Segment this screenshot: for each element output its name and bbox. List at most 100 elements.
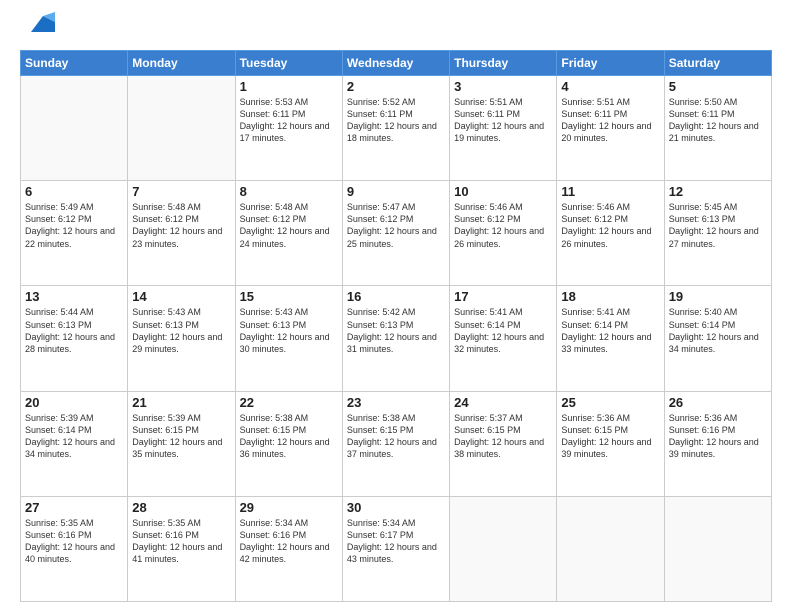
calendar-cell: 12 Sunrise: 5:45 AM Sunset: 6:13 PM Dayli… bbox=[664, 181, 771, 286]
day-info: Sunrise: 5:48 AM Sunset: 6:12 PM Dayligh… bbox=[240, 201, 338, 250]
calendar-cell: 17 Sunrise: 5:41 AM Sunset: 6:14 PM Dayli… bbox=[450, 286, 557, 391]
day-info: Sunrise: 5:51 AM Sunset: 6:11 PM Dayligh… bbox=[561, 96, 659, 145]
day-number: 17 bbox=[454, 289, 552, 304]
day-number: 22 bbox=[240, 395, 338, 410]
calendar-header-tuesday: Tuesday bbox=[235, 51, 342, 76]
day-info: Sunrise: 5:46 AM Sunset: 6:12 PM Dayligh… bbox=[561, 201, 659, 250]
calendar-cell: 24Sunrise: 5:37 AM Sunset: 6:15 PM Dayli… bbox=[450, 391, 557, 496]
calendar-cell: 11 Sunrise: 5:46 AM Sunset: 6:12 PM Dayli… bbox=[557, 181, 664, 286]
day-info: Sunrise: 5:48 AM Sunset: 6:12 PM Dayligh… bbox=[132, 201, 230, 250]
calendar-week-3: 20Sunrise: 5:39 AM Sunset: 6:14 PM Dayli… bbox=[21, 391, 772, 496]
calendar-cell: 18Sunrise: 5:41 AM Sunset: 6:14 PM Dayli… bbox=[557, 286, 664, 391]
day-number: 6 bbox=[25, 184, 123, 199]
calendar-cell: 14Sunrise: 5:43 AM Sunset: 6:13 PM Dayli… bbox=[128, 286, 235, 391]
calendar-cell: 22 Sunrise: 5:38 AM Sunset: 6:15 PM Dayli… bbox=[235, 391, 342, 496]
day-number: 23 bbox=[347, 395, 445, 410]
day-info: Sunrise: 5:50 AM Sunset: 6:11 PM Dayligh… bbox=[669, 96, 767, 145]
calendar-cell: 4Sunrise: 5:51 AM Sunset: 6:11 PM Daylig… bbox=[557, 76, 664, 181]
day-info: Sunrise: 5:39 AM Sunset: 6:15 PM Dayligh… bbox=[132, 412, 230, 461]
calendar-cell: 9Sunrise: 5:47 AM Sunset: 6:12 PM Daylig… bbox=[342, 181, 449, 286]
calendar-cell: 26 Sunrise: 5:36 AM Sunset: 6:16 PM Dayli… bbox=[664, 391, 771, 496]
calendar-cell: 5 Sunrise: 5:50 AM Sunset: 6:11 PM Daylig… bbox=[664, 76, 771, 181]
day-info: Sunrise: 5:38 AM Sunset: 6:15 PM Dayligh… bbox=[240, 412, 338, 461]
calendar-header-wednesday: Wednesday bbox=[342, 51, 449, 76]
day-info: Sunrise: 5:43 AM Sunset: 6:13 PM Dayligh… bbox=[132, 306, 230, 355]
day-number: 19 bbox=[669, 289, 767, 304]
day-info: Sunrise: 5:42 AM Sunset: 6:13 PM Dayligh… bbox=[347, 306, 445, 355]
day-info: Sunrise: 5:36 AM Sunset: 6:16 PM Dayligh… bbox=[669, 412, 767, 461]
day-info: Sunrise: 5:49 AM Sunset: 6:12 PM Dayligh… bbox=[25, 201, 123, 250]
day-number: 15 bbox=[240, 289, 338, 304]
calendar-header-thursday: Thursday bbox=[450, 51, 557, 76]
day-number: 20 bbox=[25, 395, 123, 410]
calendar-cell: 28 Sunrise: 5:35 AM Sunset: 6:16 PM Dayli… bbox=[128, 496, 235, 601]
calendar-cell: 20Sunrise: 5:39 AM Sunset: 6:14 PM Dayli… bbox=[21, 391, 128, 496]
calendar-cell: 2 Sunrise: 5:52 AM Sunset: 6:11 PM Daylig… bbox=[342, 76, 449, 181]
calendar-cell bbox=[557, 496, 664, 601]
day-number: 28 bbox=[132, 500, 230, 515]
calendar-cell: 7 Sunrise: 5:48 AM Sunset: 6:12 PM Daylig… bbox=[128, 181, 235, 286]
day-number: 3 bbox=[454, 79, 552, 94]
day-info: Sunrise: 5:36 AM Sunset: 6:15 PM Dayligh… bbox=[561, 412, 659, 461]
day-number: 13 bbox=[25, 289, 123, 304]
logo-icon bbox=[23, 8, 55, 40]
day-info: Sunrise: 5:52 AM Sunset: 6:11 PM Dayligh… bbox=[347, 96, 445, 145]
calendar-cell bbox=[664, 496, 771, 601]
calendar-cell: 6 Sunrise: 5:49 AM Sunset: 6:12 PM Daylig… bbox=[21, 181, 128, 286]
day-number: 1 bbox=[240, 79, 338, 94]
day-number: 8 bbox=[240, 184, 338, 199]
day-number: 12 bbox=[669, 184, 767, 199]
calendar-cell: 19 Sunrise: 5:40 AM Sunset: 6:14 PM Dayli… bbox=[664, 286, 771, 391]
day-info: Sunrise: 5:51 AM Sunset: 6:11 PM Dayligh… bbox=[454, 96, 552, 145]
calendar-cell: 10 Sunrise: 5:46 AM Sunset: 6:12 PM Dayli… bbox=[450, 181, 557, 286]
calendar-week-4: 27 Sunrise: 5:35 AM Sunset: 6:16 PM Dayli… bbox=[21, 496, 772, 601]
calendar-week-0: 1 Sunrise: 5:53 AM Sunset: 6:11 PM Daylig… bbox=[21, 76, 772, 181]
calendar-cell: 1 Sunrise: 5:53 AM Sunset: 6:11 PM Daylig… bbox=[235, 76, 342, 181]
calendar-week-2: 13 Sunrise: 5:44 AM Sunset: 6:13 PM Dayli… bbox=[21, 286, 772, 391]
day-number: 9 bbox=[347, 184, 445, 199]
calendar-cell bbox=[21, 76, 128, 181]
calendar-week-1: 6 Sunrise: 5:49 AM Sunset: 6:12 PM Daylig… bbox=[21, 181, 772, 286]
calendar-cell: 23 Sunrise: 5:38 AM Sunset: 6:15 PM Dayli… bbox=[342, 391, 449, 496]
day-info: Sunrise: 5:45 AM Sunset: 6:13 PM Dayligh… bbox=[669, 201, 767, 250]
calendar-table: SundayMondayTuesdayWednesdayThursdayFrid… bbox=[20, 50, 772, 602]
day-info: Sunrise: 5:38 AM Sunset: 6:15 PM Dayligh… bbox=[347, 412, 445, 461]
calendar-header-monday: Monday bbox=[128, 51, 235, 76]
page-header bbox=[20, 16, 772, 40]
day-info: Sunrise: 5:34 AM Sunset: 6:16 PM Dayligh… bbox=[240, 517, 338, 566]
day-info: Sunrise: 5:34 AM Sunset: 6:17 PM Dayligh… bbox=[347, 517, 445, 566]
day-number: 24 bbox=[454, 395, 552, 410]
day-info: Sunrise: 5:43 AM Sunset: 6:13 PM Dayligh… bbox=[240, 306, 338, 355]
logo bbox=[20, 16, 55, 40]
day-info: Sunrise: 5:40 AM Sunset: 6:14 PM Dayligh… bbox=[669, 306, 767, 355]
day-number: 7 bbox=[132, 184, 230, 199]
day-number: 25 bbox=[561, 395, 659, 410]
day-number: 5 bbox=[669, 79, 767, 94]
day-info: Sunrise: 5:41 AM Sunset: 6:14 PM Dayligh… bbox=[454, 306, 552, 355]
day-info: Sunrise: 5:35 AM Sunset: 6:16 PM Dayligh… bbox=[132, 517, 230, 566]
calendar-header: SundayMondayTuesdayWednesdayThursdayFrid… bbox=[21, 51, 772, 76]
day-info: Sunrise: 5:53 AM Sunset: 6:11 PM Dayligh… bbox=[240, 96, 338, 145]
day-number: 21 bbox=[132, 395, 230, 410]
day-info: Sunrise: 5:46 AM Sunset: 6:12 PM Dayligh… bbox=[454, 201, 552, 250]
day-number: 26 bbox=[669, 395, 767, 410]
day-number: 11 bbox=[561, 184, 659, 199]
day-number: 10 bbox=[454, 184, 552, 199]
calendar-cell bbox=[450, 496, 557, 601]
calendar-cell: 29 Sunrise: 5:34 AM Sunset: 6:16 PM Dayli… bbox=[235, 496, 342, 601]
calendar-cell bbox=[128, 76, 235, 181]
day-number: 18 bbox=[561, 289, 659, 304]
calendar-cell: 3 Sunrise: 5:51 AM Sunset: 6:11 PM Daylig… bbox=[450, 76, 557, 181]
day-number: 27 bbox=[25, 500, 123, 515]
day-number: 16 bbox=[347, 289, 445, 304]
day-number: 29 bbox=[240, 500, 338, 515]
day-number: 2 bbox=[347, 79, 445, 94]
calendar-cell: 27 Sunrise: 5:35 AM Sunset: 6:16 PM Dayli… bbox=[21, 496, 128, 601]
calendar-cell: 15 Sunrise: 5:43 AM Sunset: 6:13 PM Dayli… bbox=[235, 286, 342, 391]
day-info: Sunrise: 5:35 AM Sunset: 6:16 PM Dayligh… bbox=[25, 517, 123, 566]
day-info: Sunrise: 5:44 AM Sunset: 6:13 PM Dayligh… bbox=[25, 306, 123, 355]
calendar-cell: 21 Sunrise: 5:39 AM Sunset: 6:15 PM Dayli… bbox=[128, 391, 235, 496]
calendar-header-sunday: Sunday bbox=[21, 51, 128, 76]
calendar-cell: 16 Sunrise: 5:42 AM Sunset: 6:13 PM Dayli… bbox=[342, 286, 449, 391]
calendar-cell: 8 Sunrise: 5:48 AM Sunset: 6:12 PM Daylig… bbox=[235, 181, 342, 286]
